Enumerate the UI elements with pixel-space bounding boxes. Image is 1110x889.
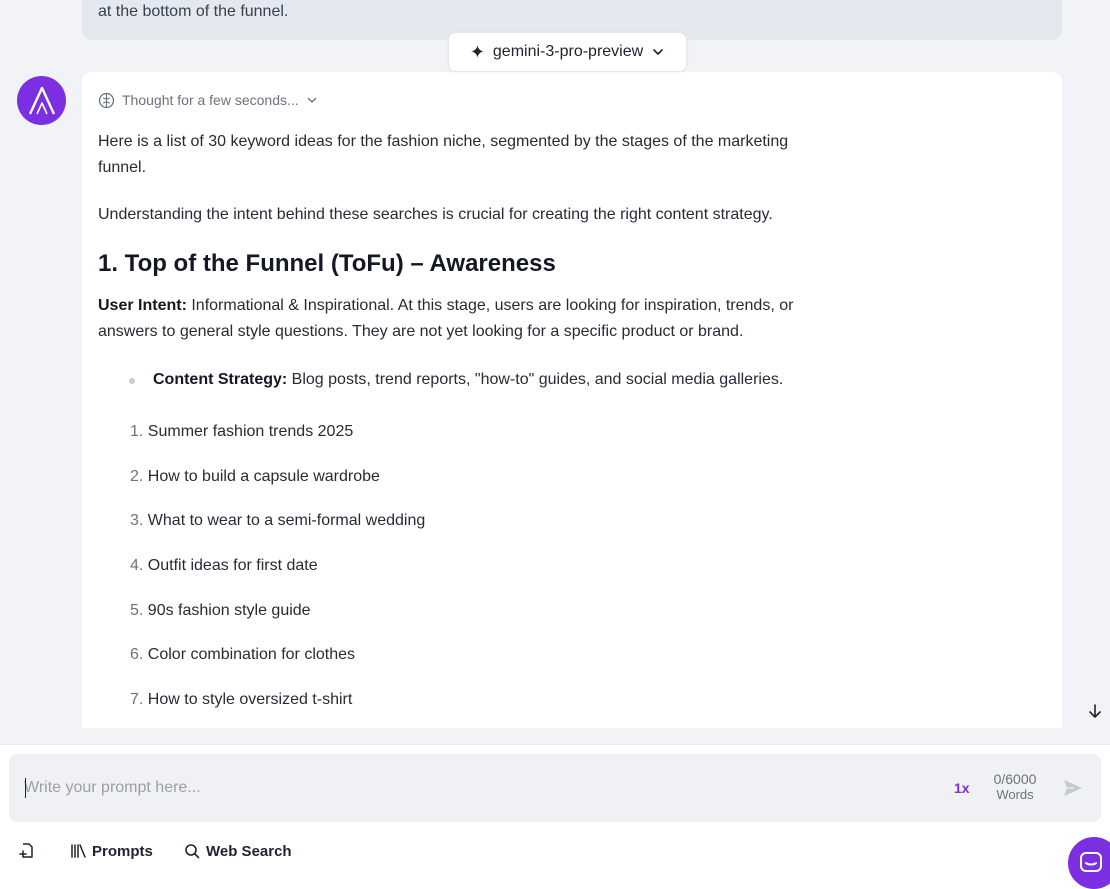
word-count-label: Words [996, 787, 1034, 802]
assistant-logo-icon [28, 86, 55, 115]
list-item: 6. Color combination for clothes [130, 646, 356, 664]
text-caret [25, 778, 26, 798]
composer: 1x 0/6000 Words Prompts [0, 744, 1110, 889]
chevron-down-icon [307, 97, 316, 103]
model-selector-label: gemini-3-pro-preview [492, 43, 644, 60]
prompt-input[interactable] [24, 776, 924, 800]
understanding-paragraph: Understanding the intent behind these se… [98, 206, 773, 223]
web-search-button[interactable]: Web Search [184, 843, 292, 860]
list-item: 3. What to wear to a semi-formal wedding [130, 512, 426, 530]
assistant-response-card: Thought for a few seconds... Here is a l… [82, 72, 1062, 728]
attach-file-button[interactable] [18, 842, 36, 860]
strategy-text: Blog posts, trend reports, "how-to" guid… [287, 371, 784, 388]
sparkle-icon: ✦ [469, 42, 485, 62]
thought-toggle[interactable]: Thought for a few seconds... [98, 90, 1046, 110]
speed-toggle[interactable]: 1x [954, 780, 970, 796]
send-icon[interactable] [1062, 778, 1084, 798]
previous-message-text: at the bottom of the funnel. [98, 3, 289, 20]
list-item: 4. Outfit ideas for first date [130, 557, 318, 575]
list-item: 1. Summer fashion trends 2025 [130, 423, 354, 440]
section-heading: 1. Top of the Funnel (ToFu) – Awareness [98, 250, 556, 277]
list-item: 7. How to style oversized t-shirt [130, 691, 353, 709]
scroll-to-bottom-button[interactable] [1084, 700, 1106, 722]
intent-paragraph: User Intent: Informational & Inspiration… [98, 293, 798, 345]
intro-paragraph: Here is a list of 30 keyword ideas for t… [98, 133, 789, 176]
response-content: Here is a list of 30 keyword ideas for t… [98, 129, 798, 713]
list-item: 2. How to build a capsule wardrobe [130, 467, 380, 485]
chevron-down-icon [653, 49, 663, 55]
model-selector-button[interactable]: ✦ gemini-3-pro-preview [448, 32, 687, 72]
strategy-label: Content Strategy: [153, 371, 288, 388]
web-search-label: Web Search [206, 842, 292, 860]
search-icon [185, 844, 200, 859]
intent-text: Informational & Inspirational. At this s… [98, 297, 794, 340]
brain-icon [98, 92, 115, 108]
intent-label: User Intent: [98, 297, 187, 314]
word-count: 0/6000 [993, 771, 1037, 787]
prompt-box: 1x 0/6000 Words [9, 754, 1101, 822]
list-item: 5. 90s fashion style guide [130, 601, 311, 619]
prompts-button[interactable]: Prompts [70, 843, 153, 860]
thought-label: Thought for a few seconds... [122, 92, 299, 108]
keyword-list: 1. Summer fashion trends 2025 2. How to … [98, 419, 798, 713]
prompts-label: Prompts [92, 842, 153, 860]
arrow-down-icon [1089, 704, 1101, 718]
strategy-bullet: Content Strategy: Blog posts, trend repo… [98, 367, 798, 393]
chat-icon [1080, 852, 1102, 872]
assistant-avatar [17, 76, 66, 125]
attach-file-icon [19, 843, 33, 858]
word-counter: 0/6000 Words [984, 771, 1046, 803]
library-icon [71, 844, 86, 858]
